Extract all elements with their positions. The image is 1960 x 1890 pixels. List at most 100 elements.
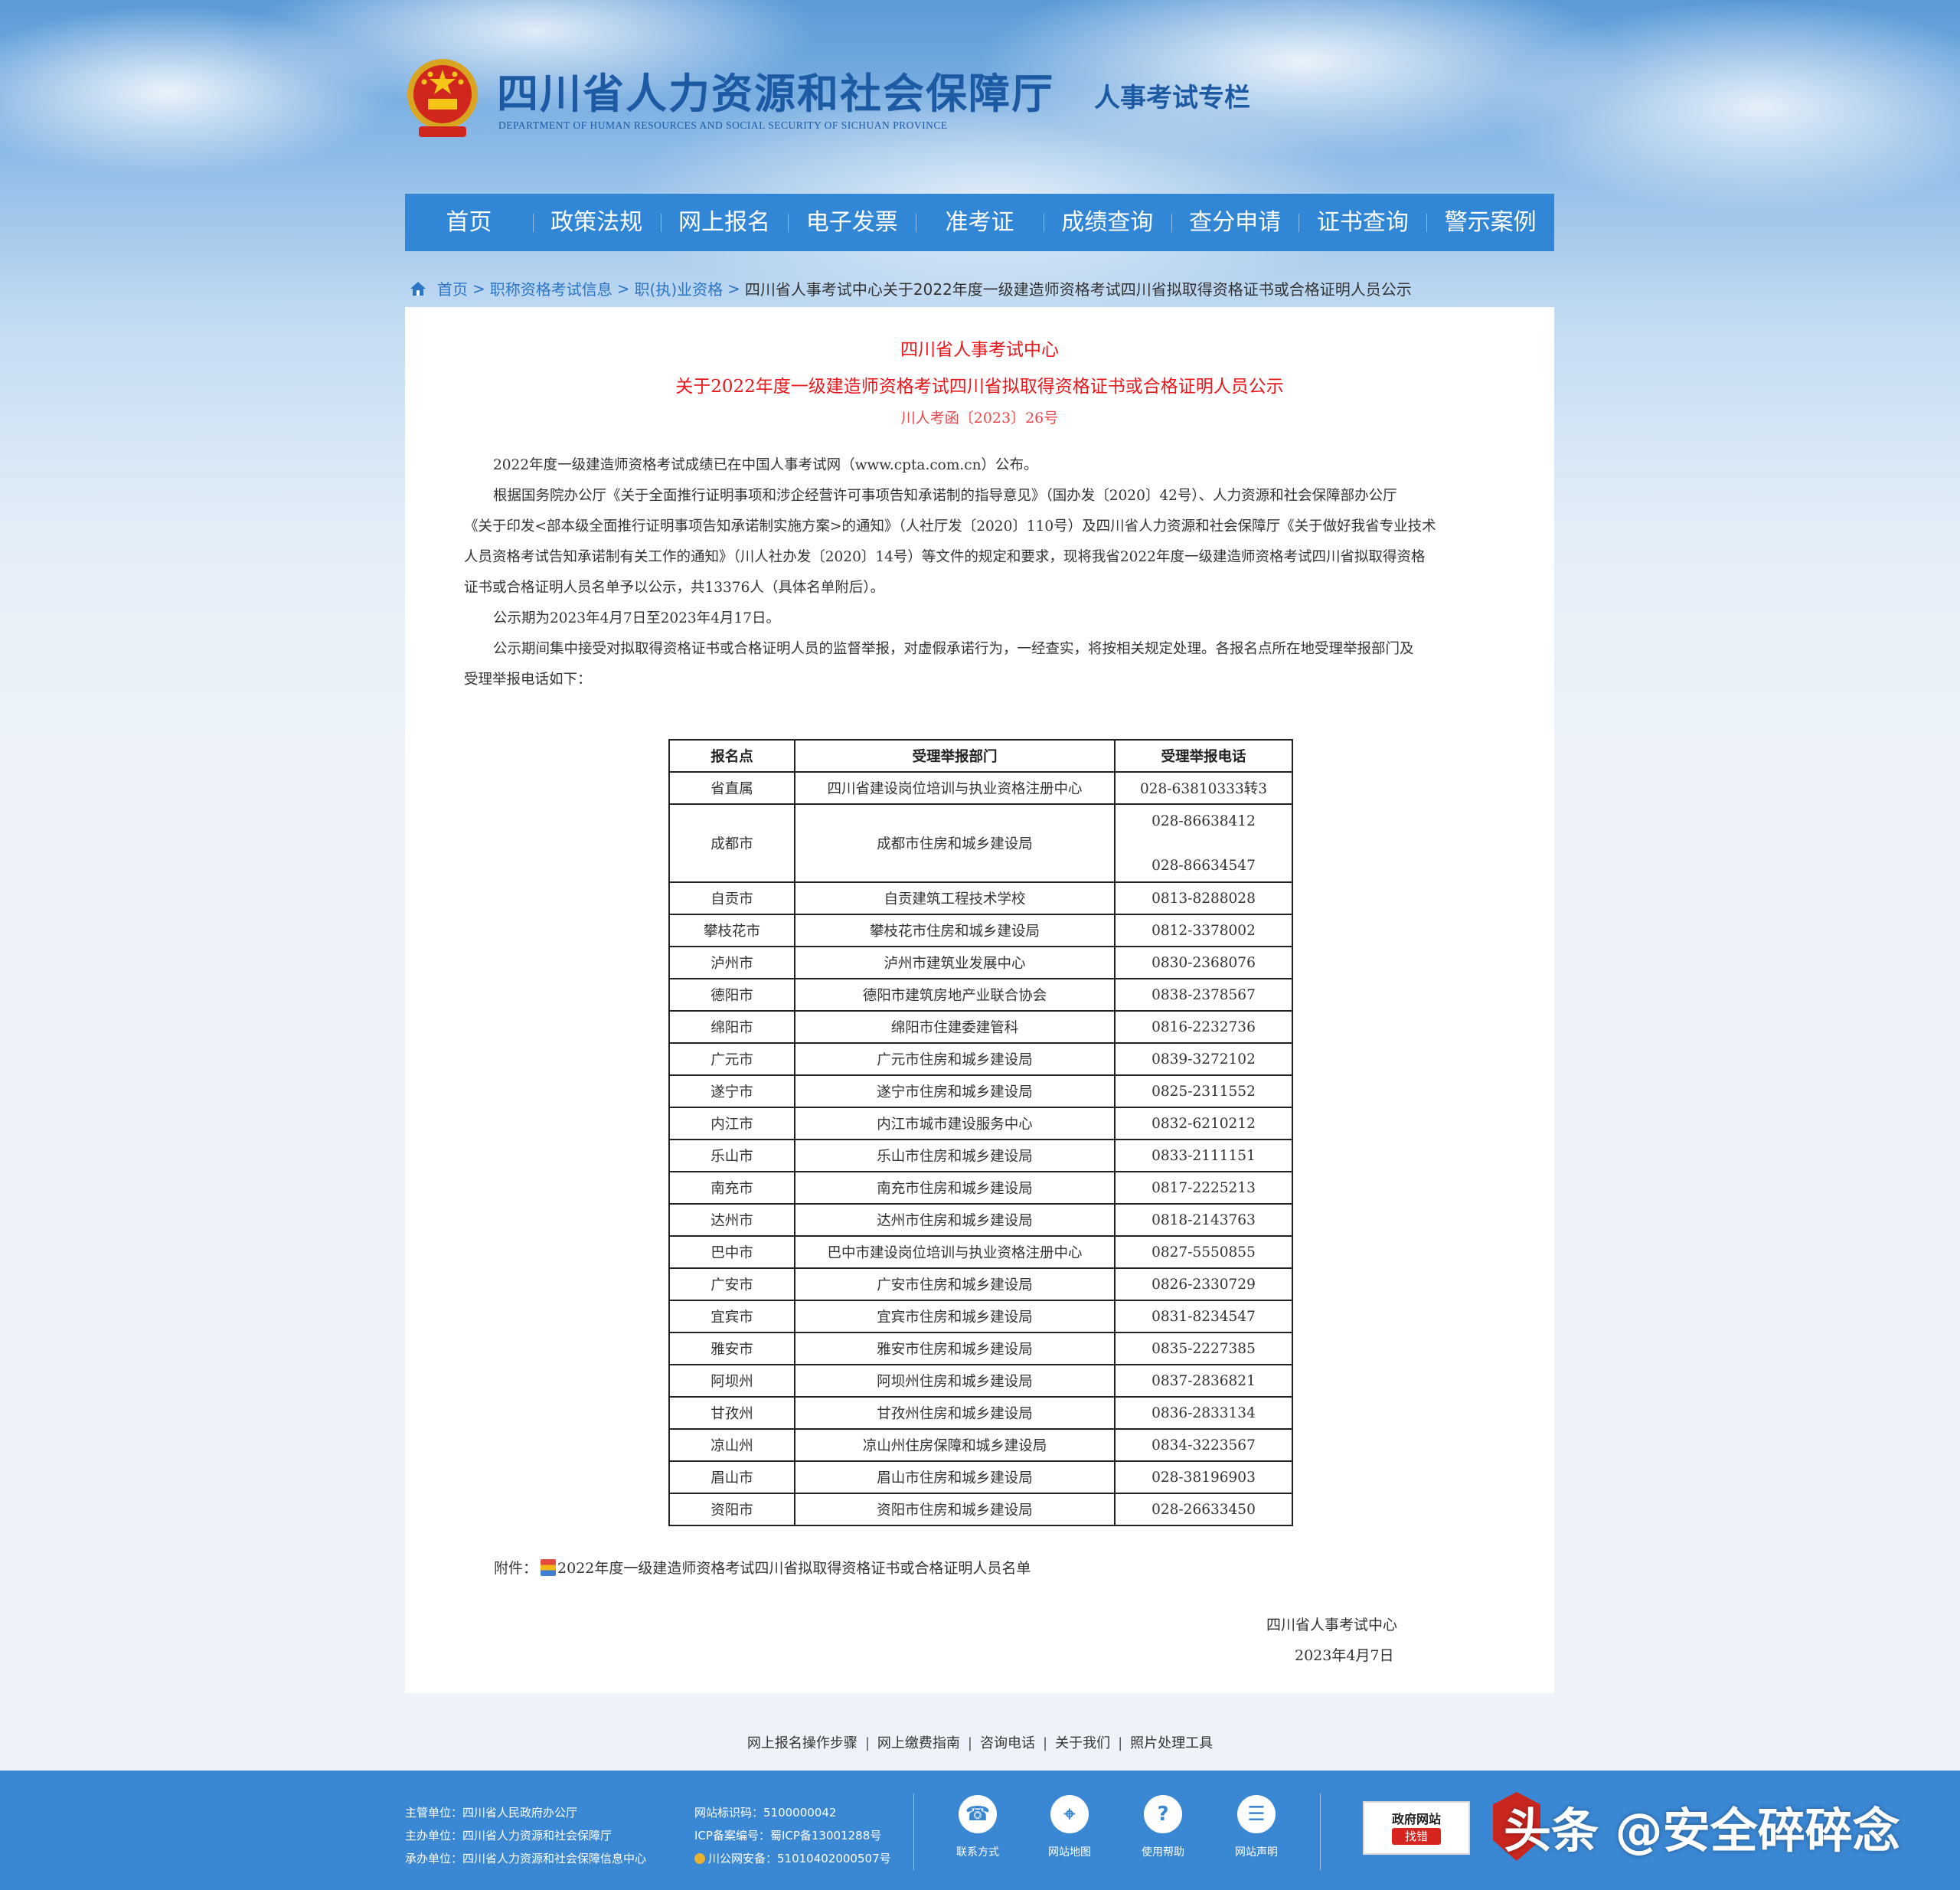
column-title: 人事考试专栏 [1094,83,1250,113]
article-body: 2022年度一级建造师资格考试成绩已在中国人事考试网（www.cpta.com.… [464,450,1498,695]
nav-home[interactable]: 首页 [405,194,533,251]
table-cell: 成都市 [668,803,795,883]
table-cell: 阿坝州住房和城乡建设局 [794,1364,1116,1398]
breadcrumb: 首页 > 职称资格考试信息 > 职(执)业资格 > 四川省人事考试中心关于202… [410,277,1412,299]
table-cell: 0818-2143763 [1114,1203,1293,1237]
phone-icon: ☎ [959,1795,997,1833]
table-cell: 广安市 [668,1267,795,1301]
table-cell: 自贡市 [668,881,795,915]
breadcrumb-separator: > [472,279,485,298]
article-paragraph-line: 《关于印发<部本级全面推行证明事项告知承诺制实施方案>的通知》（人社厅发〔202… [464,518,1436,535]
table-row: 绵阳市 绵阳市住建委建管科 0816-2232736 [668,1010,1293,1044]
nav-admission-ticket[interactable]: 准考证 [916,194,1044,251]
table-cell: 德阳市 [668,978,795,1012]
table-cell: 宜宾市住房和城乡建设局 [794,1300,1116,1333]
report-contacts-table: 报名点 受理举报部门 受理举报电话 省直属 四川省建设岗位培训与执业资格注册中心 0… [668,739,1293,1526]
table-row: 巴中市 巴中市建设岗位培训与执业资格注册中心 0827-5550855 [668,1235,1293,1269]
breadcrumb-home[interactable]: 首页 [437,277,468,299]
article-paragraph: 公示期间集中接受对拟取得资格证书或合格证明人员的监督举报，对虚假承诺行为，一经查… [493,641,1414,657]
phone-number: 028-86638412 [1152,813,1256,829]
footer-link-about[interactable]: 关于我们 [1055,1735,1110,1751]
footer-link-registration-steps[interactable]: 网上报名操作步骤 [747,1735,858,1751]
link-separator: | [1118,1735,1123,1751]
attachment-link[interactable]: 2022年度一级建造师资格考试四川省拟取得资格证书或合格证明人员名单 [557,1557,1031,1578]
table-cell: 达州市 [668,1203,795,1237]
article-paragraph: 根据国务院办公厅《关于全面推行证明事项和涉企经营许可事项告知承诺制的指导意见》（… [493,488,1397,504]
gov-site-error-report-badge[interactable]: 政府网站 找错 [1363,1801,1470,1855]
nav-certificate-query[interactable]: 证书查询 [1298,194,1426,251]
table-cell: 成都市住房和城乡建设局 [794,803,1116,883]
table-cell: 0831-8234547 [1114,1300,1293,1333]
footer-statement[interactable]: ☰ 网站声明 [1222,1795,1291,1859]
nav-e-invoice[interactable]: 电子发票 [788,194,916,251]
nav-policy[interactable]: 政策法规 [532,194,661,251]
main-nav: 首页 政策法规 网上报名 电子发票 准考证 成绩查询 查分申请 证书查询 警示案… [405,194,1554,251]
table-row: 攀枝花市 攀枝花市住房和城乡建设局 0812-3378002 [668,914,1293,947]
attachment: 附件： 2022年度一级建造师资格考试四川省拟取得资格证书或合格证明人员名单 [494,1557,1031,1578]
column-header: 报名点 [668,739,795,773]
nav-score-query[interactable]: 成绩查询 [1043,194,1171,251]
link-separator: | [1043,1735,1048,1751]
table-row: 广元市 广元市住房和城乡建设局 0839-3272102 [668,1042,1293,1076]
footer-divider [913,1794,914,1870]
table-cell: 028-86638412 028-86634547 [1114,803,1293,883]
table-row: 眉山市 眉山市住房和城乡建设局 028-38196903 [668,1460,1293,1494]
footer-link-photo-tool[interactable]: 照片处理工具 [1130,1735,1213,1751]
table-cell: 南充市 [668,1171,795,1205]
footer-police[interactable]: 川公网安备：51010402000507号 [694,1850,891,1866]
badge-line1: 政府网站 [1391,1812,1441,1826]
table-row: 内江市 内江市城市建设服务中心 0832-6210212 [668,1107,1293,1140]
table-row: 广安市 广安市住房和城乡建设局 0826-2330729 [668,1267,1293,1301]
footer-link-phone[interactable]: 咨询电话 [980,1735,1035,1751]
phone-spacer [1116,832,1292,855]
table-cell: 绵阳市 [668,1010,795,1044]
footer-sitemap[interactable]: ⌖ 网站地图 [1035,1795,1104,1859]
signature-date: 2023年4月7日 [1295,1647,1394,1664]
article-doc-number: 川人考函〔2023〕26号 [900,410,1059,427]
footer-host: 主管单位：四川省人民政府办公厅 [405,1806,578,1820]
table-cell: 0830-2368076 [1114,946,1293,979]
breadcrumb-level1[interactable]: 职称资格考试信息 [490,277,612,299]
attachment-label: 附件： [494,1560,538,1577]
footer-icon-label: 联系方式 [956,1846,999,1859]
table-row: 成都市 成都市住房和城乡建设局 028-86638412 028-8663454… [668,803,1293,883]
footer-links: 网上报名操作步骤 | 网上缴费指南 | 咨询电话 | 关于我们 | 照片处理工具 [0,1732,1960,1752]
table-cell: 0817-2225213 [1114,1171,1293,1205]
table-cell: 乐山市 [668,1139,795,1172]
site-header: 四川省人力资源和社会保障厅 DEPARTMENT OF HUMAN RESOUR… [405,54,1250,146]
table-cell: 泸州市 [668,946,795,979]
site-subtitle: DEPARTMENT OF HUMAN RESOURCES AND SOCIAL… [498,119,948,131]
table-cell: 雅安市 [668,1332,795,1365]
footer-icp[interactable]: ICP备案编号：蜀ICP备13001288号 [694,1827,881,1843]
footer-sponsor: 主办单位：四川省人力资源和社会保障厅 [405,1829,612,1843]
table-cell: 广元市 [668,1042,795,1076]
nav-online-registration[interactable]: 网上报名 [660,194,789,251]
table-cell: 广安市住房和城乡建设局 [794,1267,1116,1301]
article-paragraph-line: 受理举报电话如下： [464,672,592,688]
home-icon [410,281,426,296]
article-org: 四川省人事考试中心 [900,340,1059,360]
nav-warning-cases[interactable]: 警示案例 [1426,194,1554,251]
table-cell: 甘孜州住房和城乡建设局 [794,1396,1116,1430]
table-cell: 0825-2311552 [1114,1074,1293,1108]
table-row: 遂宁市 遂宁市住房和城乡建设局 0825-2311552 [668,1074,1293,1108]
table-cell: 资阳市 [668,1493,795,1526]
breadcrumb-level2[interactable]: 职(执)业资格 [635,277,724,299]
table-row: 南充市 南充市住房和城乡建设局 0817-2225213 [668,1171,1293,1205]
table-row: 宜宾市 宜宾市住房和城乡建设局 0831-8234547 [668,1300,1293,1333]
footer-contact[interactable]: ☎ 联系方式 [943,1795,1012,1859]
phone-number: 028-86634547 [1152,857,1256,874]
table-cell: 0826-2330729 [1114,1267,1293,1301]
nav-score-review[interactable]: 查分申请 [1171,194,1299,251]
footer-link-payment-guide[interactable]: 网上缴费指南 [877,1735,960,1751]
table-row: 资阳市 资阳市住房和城乡建设局 028-26633450 [668,1493,1293,1526]
table-cell: 资阳市住房和城乡建设局 [794,1493,1116,1526]
watermark: 头条 @安全碎碎念 [1504,1803,1900,1859]
table-row: 乐山市 乐山市住房和城乡建设局 0833-2111151 [668,1139,1293,1172]
article-title: 关于2022年度一级建造师资格考试四川省拟取得资格证书或合格证明人员公示 [675,377,1284,397]
table-cell: 巴中市 [668,1235,795,1269]
site-title: 四川省人力资源和社会保障厅 [497,69,1054,118]
table-cell: 阿坝州 [668,1364,795,1398]
breadcrumb-separator: > [727,279,740,298]
footer-help[interactable]: ? 使用帮助 [1129,1795,1197,1859]
